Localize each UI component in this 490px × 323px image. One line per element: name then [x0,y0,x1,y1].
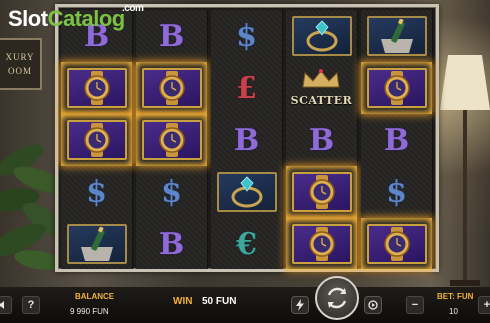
symbol-gold-watch [286,166,357,218]
room-sign-text-2: OOM [7,66,32,76]
scatter-symbol: SCATTER [291,69,353,107]
symbol-gold-watch [61,114,132,166]
lightning-icon [296,299,304,311]
autoplay-icon [368,300,378,310]
gold-watch-icon [66,120,127,160]
bet-value: 10 [449,307,458,316]
balance-label: BALANCE [75,292,115,301]
gold-watch-icon [366,68,427,108]
speaker-icon [0,301,4,309]
bet-increase-button[interactable]: + [478,296,490,314]
symbol-pound: £ [211,62,282,114]
bet-label: BET: FUN [437,292,474,301]
gold-watch-icon [66,68,127,108]
symbol-scatter-crown: SCATTER [286,62,357,114]
dollar-icon: $ [161,174,182,210]
room-sign-text-1: XURY [5,52,35,62]
diamond-ring-icon [291,16,352,56]
dollar-icon: $ [86,174,107,210]
symbol-champagne [361,10,432,62]
champagne-icon [66,224,127,264]
luxury-room-sign: XURY OOM [0,38,42,90]
diamond-ring-icon [216,172,277,212]
gold-watch-icon [141,120,202,160]
dollar-icon: $ [236,18,257,54]
info-button-label: ? [27,299,35,311]
symbol-gold-watch [136,114,207,166]
symbol-dollar: $ [211,10,282,62]
symbol-diamond-ring [286,10,357,62]
bitcoin-icon: B [158,226,185,262]
symbol-bitcoin: B [136,218,207,270]
spin-arrows-icon [327,287,347,309]
symbol-bitcoin: B [211,114,282,166]
gold-watch-icon [291,224,352,264]
pound-icon: £ [236,70,257,106]
symbol-gold-watch [361,62,432,114]
symbol-gold-watch [136,62,207,114]
autoplay-button[interactable] [364,296,382,314]
bitcoin-icon: B [158,18,185,54]
info-button[interactable]: ? [22,296,40,314]
plus-label: + [483,299,490,311]
dollar-icon: $ [386,174,407,210]
watermark-slot-text: Slot [8,6,48,31]
symbol-dollar: $ [61,166,132,218]
symbol-gold-watch [286,218,357,270]
gold-watch-icon [366,224,427,264]
reel-grid: B $ B $ B $ £ B € SCATTER B B $ [55,4,439,272]
watermark-catalog-text: Catalog [47,6,126,31]
symbol-gold-watch [61,62,132,114]
floor-lamp-icon [440,55,490,286]
symbol-bitcoin: B [361,114,432,166]
minus-label: − [411,299,419,311]
scatter-label: SCATTER [290,94,353,107]
symbol-champagne [61,218,132,270]
symbol-gold-watch [361,218,432,270]
symbol-bitcoin: B [286,114,357,166]
symbol-dollar: $ [361,166,432,218]
gold-watch-icon [291,172,352,212]
watermark-com-text: .com [122,3,144,14]
bitcoin-icon: B [308,122,335,158]
gold-watch-icon [141,68,202,108]
sound-button[interactable] [0,296,12,314]
balance-value: 9 990 FUN [70,307,109,316]
turbo-button[interactable] [291,296,309,314]
symbol-dollar: $ [136,166,207,218]
win-value: 50 FUN [202,296,237,307]
symbol-diamond-ring [211,166,282,218]
slotcatalog-watermark: SlotCatalog .com [8,3,144,32]
crown-icon [299,69,343,94]
win-label: WIN [173,296,193,307]
champagne-icon [366,16,427,56]
spin-button[interactable] [315,276,359,320]
bitcoin-icon: B [233,122,260,158]
symbol-bitcoin: B [136,10,207,62]
euro-icon: € [236,226,257,262]
bet-decrease-button[interactable]: − [406,296,424,314]
symbol-euro: € [211,218,282,270]
bitcoin-icon: B [383,122,410,158]
